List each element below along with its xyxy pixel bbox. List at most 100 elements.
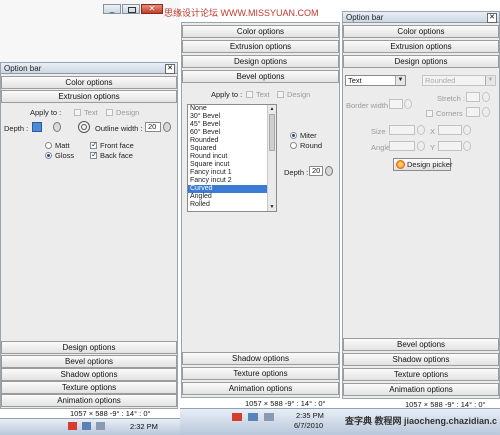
minimize-icon[interactable]: _ — [103, 4, 121, 14]
bevel-list-scroll-thumb[interactable] — [269, 114, 275, 151]
depth-icon[interactable] — [32, 122, 42, 132]
right-stretch-field[interactable] — [466, 92, 480, 102]
left-design-options-button[interactable]: Design options — [1, 341, 177, 354]
right-x-spinner[interactable] — [463, 125, 471, 135]
middle-apply-to-label: Apply to : — [211, 90, 243, 99]
left-outline-width-spinner[interactable] — [163, 122, 171, 132]
right-stretch-spinner[interactable] — [482, 92, 490, 102]
middle-status-bar: 1057 × 588 -9° : 14° : 0° — [245, 399, 326, 408]
left-depth-spinner[interactable] — [53, 122, 61, 132]
watermark-top: 思缘设计论坛 WWW.MISSYUAN.COM — [164, 8, 319, 18]
right-bevel-options-button[interactable]: Bevel options — [343, 338, 499, 351]
middle-design-options-button[interactable]: Design options — [182, 55, 339, 68]
middle-round-radio[interactable] — [290, 142, 297, 149]
right-angle-spinner[interactable] — [417, 141, 425, 151]
close-icon[interactable]: ✕ — [141, 4, 163, 14]
right-border-width-field[interactable] — [389, 99, 403, 109]
maximize-icon[interactable] — [122, 4, 140, 14]
right-texture-options-button[interactable]: Texture options — [343, 368, 499, 381]
bevel-style-list[interactable]: None 30° Bevel 45° Bevel 60° Bevel Rounded Sq… — [187, 104, 277, 212]
right-x-label: X — [430, 127, 436, 136]
middle-bevel-options-button[interactable]: Bevel options — [182, 70, 339, 83]
bevel-list-item[interactable]: Rolled — [188, 201, 267, 209]
outline-icon[interactable] — [78, 121, 90, 133]
bevel-list-item[interactable]: Squared — [188, 145, 267, 153]
close-icon[interactable]: ✕ — [487, 13, 497, 23]
left-gloss-radio[interactable] — [45, 152, 52, 159]
left-outline-width-field[interactable]: 20 — [145, 122, 161, 132]
left-back-face-label: Back face — [100, 151, 133, 160]
middle-apply-design-label: Design — [287, 90, 311, 99]
middle-clock[interactable]: 2:35 PM — [296, 411, 324, 420]
right-size-field[interactable] — [389, 125, 415, 135]
left-title-text: Option bar — [4, 64, 42, 73]
right-size-spinner[interactable] — [417, 125, 425, 135]
middle-depth-label: Depth : — [284, 168, 309, 177]
right-x-field[interactable] — [438, 125, 462, 135]
left-bevel-options-button[interactable]: Bevel options — [1, 355, 177, 368]
middle-animation-options-button[interactable]: Animation options — [182, 382, 339, 395]
left-apply-text-checkbox[interactable] — [74, 109, 81, 116]
left-matt-radio[interactable] — [45, 142, 52, 149]
bevel-list-item[interactable]: 60° Bevel — [188, 129, 267, 137]
left-apply-design-checkbox[interactable] — [106, 109, 113, 116]
middle-apply-design-checkbox[interactable] — [277, 91, 284, 98]
middle-depth-spinner[interactable] — [325, 166, 333, 176]
bevel-list-item[interactable]: None — [188, 105, 267, 113]
tray-network-icon[interactable] — [248, 413, 258, 421]
tray-flag-icon[interactable] — [68, 422, 77, 430]
window-controls: _ ✕ — [103, 4, 163, 15]
tray-speaker-icon[interactable] — [264, 413, 274, 421]
left-shadow-options-button[interactable]: Shadow options — [1, 368, 177, 381]
left-front-face-checkbox[interactable] — [90, 140, 98, 149]
right-y-field[interactable] — [438, 141, 462, 151]
right-border-width-spinner[interactable] — [404, 99, 412, 109]
tray-network-icon[interactable] — [82, 422, 91, 430]
bevel-list-scrollbar[interactable]: ▲ ▼ — [267, 105, 276, 211]
bevel-list-item[interactable]: 45° Bevel — [188, 121, 267, 129]
right-y-spinner[interactable] — [463, 141, 471, 151]
bevel-list-item[interactable]: Fancy incut 2 — [188, 177, 267, 185]
bevel-list-item[interactable]: Square incut — [188, 161, 267, 169]
scroll-down-icon[interactable]: ▼ — [268, 203, 276, 211]
right-extrusion-options-button[interactable]: Extrusion options — [343, 40, 499, 53]
right-shape-combo[interactable]: Rounded ▼ — [422, 75, 496, 86]
left-back-face-checkbox[interactable] — [90, 150, 98, 159]
middle-apply-text-checkbox[interactable] — [246, 91, 253, 98]
tray-flag-icon[interactable] — [232, 413, 242, 421]
middle-date[interactable]: 6/7/2010 — [294, 421, 323, 430]
bevel-list-item[interactable]: Curved — [188, 185, 267, 193]
left-depth-label: Depth : — [4, 124, 29, 133]
scroll-up-icon[interactable]: ▲ — [268, 105, 276, 113]
right-corners-spinner[interactable] — [482, 107, 490, 117]
bevel-list-item[interactable]: Fancy incut 1 — [188, 169, 267, 177]
middle-depth-field[interactable]: 20 — [309, 166, 323, 176]
left-apply-text-label: Text — [84, 108, 98, 117]
left-animation-options-button[interactable]: Animation options — [1, 394, 177, 407]
right-color-options-button[interactable]: Color options — [343, 25, 499, 38]
right-corners-field[interactable] — [466, 107, 480, 117]
middle-extrusion-options-button[interactable]: Extrusion options — [182, 40, 339, 53]
bevel-list-item[interactable]: Angled — [188, 193, 267, 201]
left-color-options-button[interactable]: Color options — [1, 76, 177, 89]
middle-texture-options-button[interactable]: Texture options — [182, 367, 339, 380]
right-type-combo[interactable]: Text ▼ — [345, 75, 406, 86]
bevel-list-items: None 30° Bevel 45° Bevel 60° Bevel Rounded Sq… — [188, 105, 267, 209]
right-angle-field[interactable] — [389, 141, 415, 151]
left-clock[interactable]: 2:32 PM — [130, 422, 158, 431]
right-corners-checkbox[interactable] — [426, 110, 433, 117]
left-extrusion-options-button[interactable]: Extrusion options — [1, 90, 177, 103]
middle-miter-radio[interactable] — [290, 132, 297, 139]
bevel-list-item[interactable]: Rounded — [188, 137, 267, 145]
left-texture-options-button[interactable]: Texture options — [1, 381, 177, 394]
bevel-list-item[interactable]: Round incut — [188, 153, 267, 161]
right-animation-options-button[interactable]: Animation options — [343, 383, 499, 396]
bevel-list-item[interactable]: 30° Bevel — [188, 113, 267, 121]
close-icon[interactable]: ✕ — [165, 64, 175, 74]
tray-speaker-icon[interactable] — [96, 422, 105, 430]
right-shadow-options-button[interactable]: Shadow options — [343, 353, 499, 366]
middle-shadow-options-button[interactable]: Shadow options — [182, 352, 339, 365]
middle-color-options-button[interactable]: Color options — [182, 25, 339, 38]
right-design-options-button[interactable]: Design options — [343, 55, 499, 68]
design-picker-button[interactable]: Design picker — [393, 158, 452, 171]
